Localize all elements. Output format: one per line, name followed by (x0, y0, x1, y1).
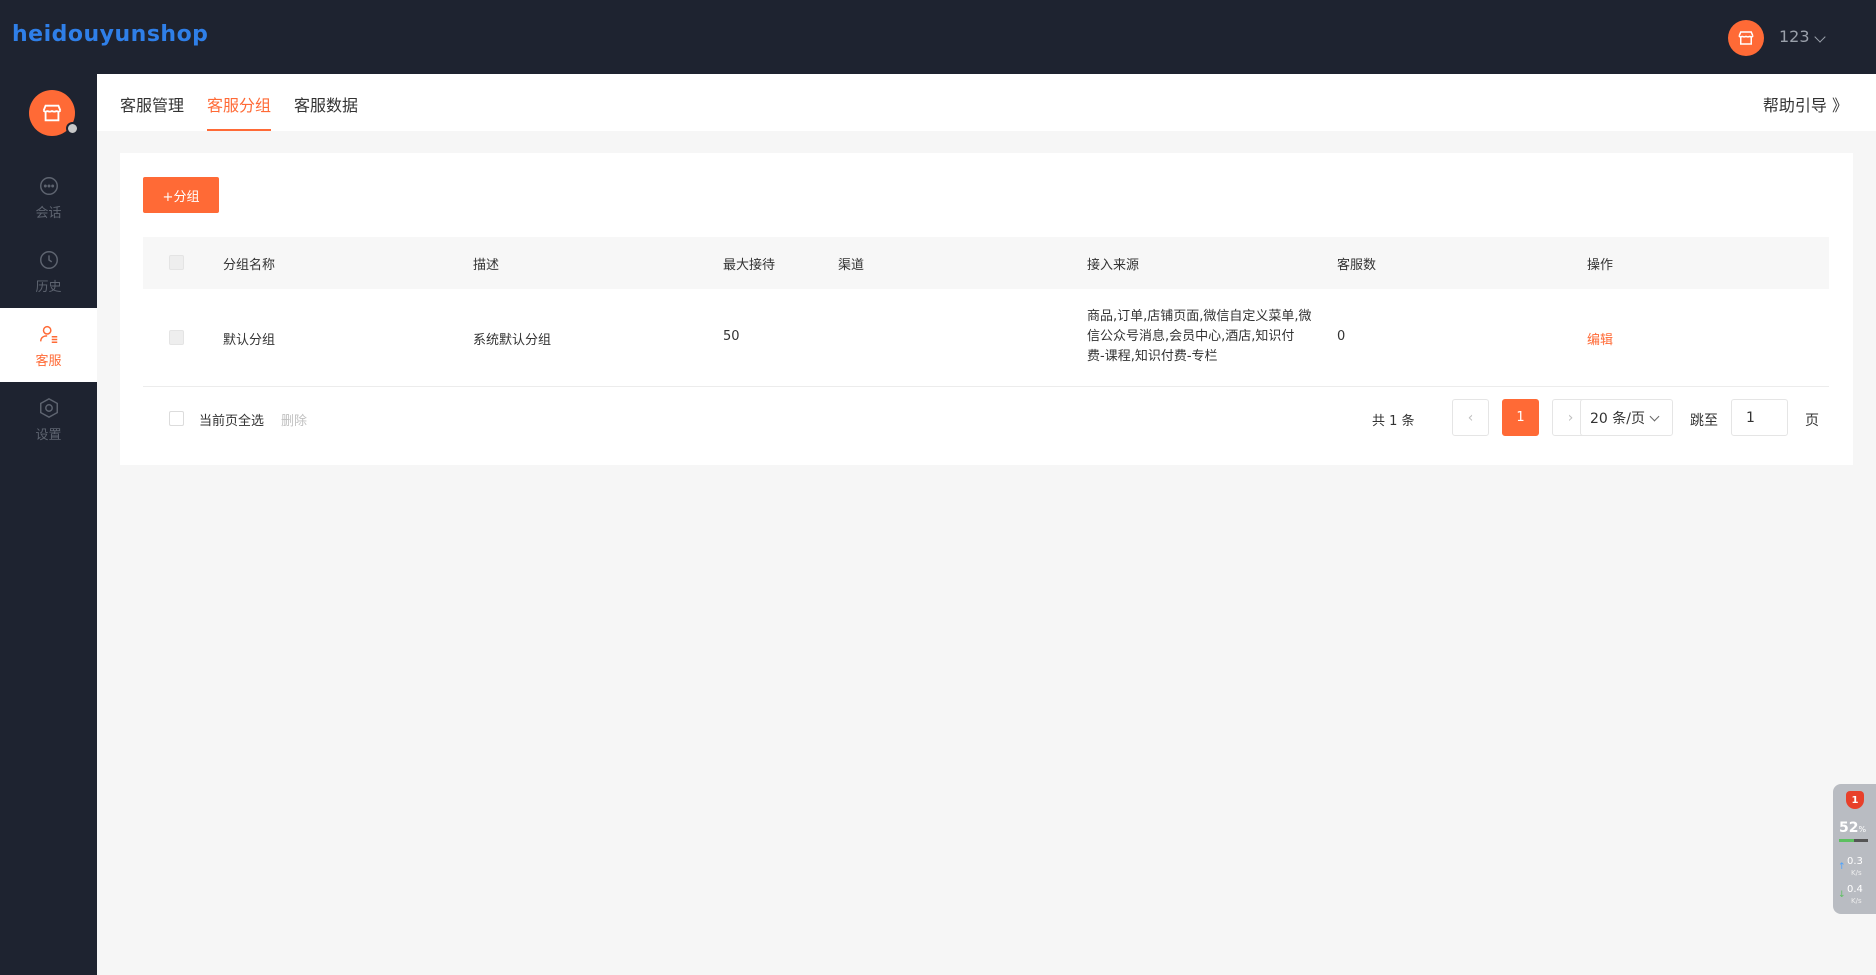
download-arrow-icon: ↓ (1838, 890, 1846, 900)
header-checkbox[interactable] (169, 255, 184, 270)
upload-arrow-icon: ↑ (1838, 862, 1846, 872)
source-cell: 商品,订单,店铺页面,微信自定义菜单,微信公众号消息,会员中心,酒店,知识付费-… (1087, 309, 1312, 364)
description-cell: 系统默认分组 (473, 333, 552, 348)
column-header: 分组名称 (223, 258, 276, 273)
user-avatar[interactable] (1728, 20, 1764, 56)
jump-label: 跳至 (1690, 413, 1718, 429)
store-icon (42, 104, 62, 122)
status-dot (66, 122, 79, 135)
clock-icon (37, 248, 61, 272)
cpu-bar-fill (1839, 839, 1855, 842)
table-footer: 当前页全选 删除 共 1 条 ‹ 1 › 20 条/页 跳至 页 (143, 387, 1829, 449)
row-checkbox[interactable] (169, 330, 184, 345)
sidebar: 会话 历史 客服 设置 (0, 74, 97, 975)
page-button-current[interactable]: 1 (1502, 399, 1539, 436)
column-header: 操作 (1587, 258, 1614, 273)
sidebar-item-label: 设置 (35, 427, 62, 443)
prev-page-button[interactable]: ‹ (1452, 399, 1489, 436)
staff-count-cell: 0 (1337, 329, 1346, 344)
chevron-right-icon: › (1567, 409, 1574, 426)
column-header: 最大接待 (723, 258, 776, 273)
group-name-cell: 默认分组 (223, 333, 276, 348)
table-row: 默认分组 系统默认分组 50 商品,订单,店铺页面,微信自定义菜单,微信公众号消… (143, 289, 1829, 387)
delete-button[interactable]: 删除 (281, 410, 307, 429)
sidebar-item-label: 历史 (35, 279, 62, 295)
top-bar: heidouyunshop 123 (0, 0, 1876, 74)
store-icon (1738, 31, 1754, 45)
cpu-percent: 52% (1839, 820, 1867, 836)
sidebar-item-label: 客服 (35, 353, 62, 369)
select-all-checkbox[interactable] (169, 411, 184, 426)
max-reception-cell: 50 (723, 329, 740, 344)
sidebar-item-history[interactable]: 历史 (0, 234, 97, 308)
column-header: 渠道 (838, 258, 865, 273)
table-header: 分组名称 描述 最大接待 渠道 接入来源 客服数 操作 (143, 237, 1829, 289)
settings-icon (37, 396, 61, 420)
chat-icon (37, 174, 61, 198)
content-card: +分组 分组名称 描述 最大接待 渠道 接入来源 客服数 操作 默认分组 系统默… (120, 153, 1853, 465)
sidebar-item-settings[interactable]: 设置 (0, 382, 97, 456)
jump-page-input[interactable] (1731, 399, 1788, 436)
page-size-select[interactable]: 20 条/页 (1580, 399, 1673, 436)
help-guide-link[interactable]: 帮助引导 》 (1763, 92, 1848, 116)
user-name[interactable]: 123 (1779, 27, 1810, 46)
column-header: 客服数 (1337, 258, 1377, 273)
edit-link[interactable]: 编辑 (1587, 329, 1613, 348)
chevron-left-icon: ‹ (1467, 409, 1474, 426)
download-unit: K/s (1851, 897, 1862, 905)
tab-service-data[interactable]: 客服数据 (294, 92, 358, 131)
add-group-button[interactable]: +分组 (143, 177, 219, 213)
tab-service-management[interactable]: 客服管理 (120, 92, 184, 131)
page-size-value: 20 条/页 (1590, 410, 1645, 427)
tabs-header: 客服管理 客服分组 客服数据 帮助引导 》 (97, 74, 1876, 131)
total-count: 共 1 条 (1372, 414, 1415, 429)
chevron-down-icon (1649, 411, 1660, 422)
upload-unit: K/s (1851, 869, 1862, 877)
user-service-icon (37, 322, 61, 346)
column-header: 描述 (473, 258, 500, 273)
jump-suffix: 页 (1805, 413, 1819, 429)
tab-service-groups[interactable]: 客服分组 (207, 92, 272, 131)
cpu-bar (1839, 839, 1868, 842)
upload-speed: 0.3 (1847, 856, 1863, 867)
chevron-down-icon[interactable] (1814, 31, 1826, 43)
shield-icon: 1 (1846, 791, 1864, 809)
sidebar-item-chat[interactable]: 会话 (0, 160, 97, 234)
brand-logo[interactable]: heidouyunshop (12, 22, 208, 47)
select-all-label[interactable]: 当前页全选 (199, 410, 264, 429)
sidebar-item-label: 会话 (35, 205, 62, 221)
system-monitor-widget[interactable]: 1 52% ↑ 0.3 K/s ↓ 0.4 K/s (1833, 784, 1876, 914)
download-speed: 0.4 (1847, 884, 1863, 895)
column-header: 接入来源 (1087, 258, 1140, 273)
sidebar-item-service[interactable]: 客服 (0, 308, 97, 382)
